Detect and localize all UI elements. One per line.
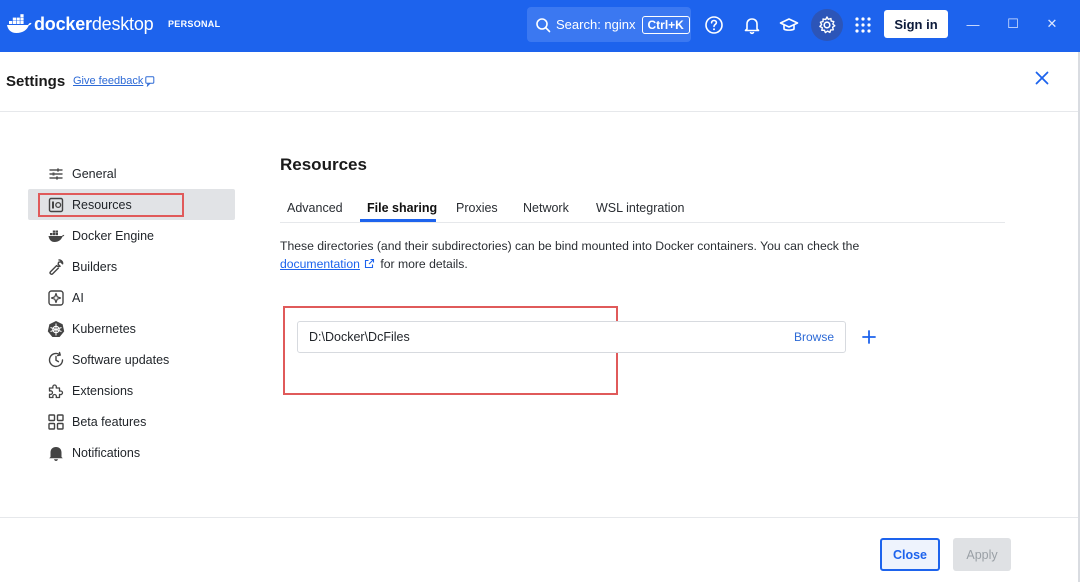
ai-sparkle-icon: [48, 289, 64, 306]
tab-file-sharing[interactable]: File sharing: [367, 201, 437, 215]
update-clock-icon: [48, 351, 64, 367]
sidebar-item-label: Beta features: [72, 414, 147, 429]
file-sharing-description: These directories (and their subdirector…: [280, 237, 900, 273]
sidebar-item-label: Notifications: [72, 445, 141, 460]
notifications-button[interactable]: [741, 14, 763, 36]
feedback-chat-icon: [145, 76, 155, 87]
help-icon: [705, 16, 723, 34]
puzzle-icon: [48, 383, 64, 398]
maximize-icon: ☐: [1007, 16, 1019, 31]
learning-center-button[interactable]: [778, 14, 800, 36]
wrench-icon: [49, 258, 64, 275]
documentation-link[interactable]: documentation: [280, 257, 360, 271]
sidebar-item-label: Software updates: [72, 352, 170, 367]
grid-dots-icon: [855, 17, 871, 33]
sidebar-item-extensions[interactable]: Extensions: [28, 375, 235, 406]
shared-path-value: D:\Docker\DcFiles: [309, 330, 410, 344]
sidebar-item-general[interactable]: General: [28, 158, 235, 189]
bell-icon: [49, 446, 63, 461]
sidebar-item-label: Builders: [72, 259, 118, 274]
docker-whale-icon: [48, 230, 65, 242]
sidebar-item-label: Extensions: [72, 383, 134, 398]
gear-icon: [819, 16, 836, 34]
logo-text-thin: desktop: [91, 13, 154, 34]
sidebar-item-notifications[interactable]: Notifications: [28, 437, 235, 468]
sidebar-item-label: Docker Engine: [72, 228, 154, 243]
maximize-button[interactable]: ☐: [1003, 14, 1023, 34]
shared-path-field[interactable]: D:\Docker\DcFiles Browse: [297, 321, 846, 353]
external-link-icon: [364, 258, 375, 269]
settings-button[interactable]: [811, 9, 843, 41]
give-feedback-link[interactable]: Give feedback: [73, 75, 143, 87]
close-button[interactable]: Close: [880, 538, 940, 571]
sliders-icon: [49, 168, 63, 179]
add-path-icon[interactable]: [860, 328, 878, 346]
search-bar[interactable]: Search: nginx Ctrl+K: [527, 7, 691, 42]
docker-desktop-logo: dockerdesktop: [6, 13, 154, 35]
docker-desktop-window: dockerdesktop PERSONAL Search: nginx Ctr…: [0, 0, 1080, 582]
sidebar-item-software-updates[interactable]: Software updates: [28, 344, 235, 375]
docker-whale-icon: [7, 14, 32, 33]
settings-header: Settings Give feedback: [0, 52, 1078, 112]
resources-highlight-box: [38, 193, 184, 217]
logo-text-bold: docker: [34, 13, 92, 34]
window-close-icon: ✕: [1046, 16, 1058, 31]
sidebar-item-docker-engine[interactable]: Docker Engine: [28, 220, 235, 251]
plan-badge: PERSONAL: [168, 19, 221, 29]
title-bar: dockerdesktop PERSONAL Search: nginx Ctr…: [0, 0, 1080, 52]
tab-proxies[interactable]: Proxies: [456, 201, 498, 215]
logo-text: dockerdesktop: [34, 13, 154, 35]
grid-icon: [48, 413, 64, 430]
minimize-button[interactable]: —: [963, 14, 983, 34]
bell-icon: [744, 18, 760, 35]
tab-wsl-integration[interactable]: WSL integration: [596, 201, 684, 215]
sidebar-item-kubernetes[interactable]: Kubernetes: [28, 313, 235, 344]
browse-button[interactable]: Browse: [794, 330, 834, 344]
page-title: Resources: [280, 155, 367, 174]
resources-tabs: Advanced File sharing Proxies Network WS…: [280, 197, 1005, 223]
help-button[interactable]: [703, 14, 725, 36]
sidebar-item-ai[interactable]: AI: [28, 282, 235, 313]
description-text-end: for more details.: [376, 257, 468, 271]
description-text: These directories (and their subdirector…: [280, 239, 860, 253]
minimize-icon: —: [966, 16, 980, 32]
sidebar-item-label: General: [72, 166, 117, 181]
search-label: Search: nginx: [556, 17, 636, 32]
search-icon: [536, 17, 551, 32]
window-close-button[interactable]: ✕: [1042, 14, 1062, 34]
tab-advanced[interactable]: Advanced: [287, 201, 343, 215]
kubernetes-icon: [47, 320, 65, 337]
search-shortcut: Ctrl+K: [641, 15, 690, 34]
footer-divider: [0, 517, 1078, 518]
graduation-cap-icon: [779, 18, 799, 31]
close-settings-icon[interactable]: [1033, 69, 1051, 87]
active-tab-indicator: [360, 219, 436, 222]
settings-title: Settings: [6, 73, 66, 90]
sidebar-item-label: Kubernetes: [72, 321, 136, 336]
sidebar-item-beta-features[interactable]: Beta features: [28, 406, 235, 437]
apps-grid-button[interactable]: [852, 14, 874, 36]
tab-network[interactable]: Network: [523, 201, 569, 215]
sign-in-button[interactable]: Sign in: [884, 10, 948, 38]
sidebar-item-builders[interactable]: Builders: [28, 251, 235, 282]
sidebar-item-label: AI: [72, 290, 84, 305]
apply-button[interactable]: Apply: [953, 538, 1011, 571]
